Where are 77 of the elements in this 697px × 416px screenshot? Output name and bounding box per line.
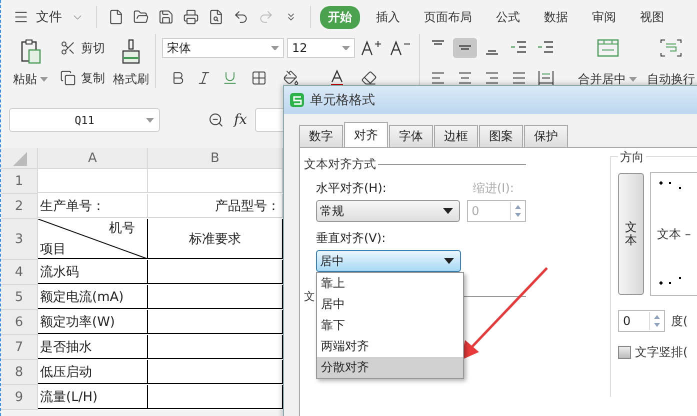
column-header[interactable]: A bbox=[38, 148, 148, 169]
vertical-select[interactable]: 居中 bbox=[316, 250, 461, 272]
table-cell: 流量(L/H) bbox=[38, 385, 148, 409]
caret-icon bbox=[629, 77, 637, 82]
caret-icon bbox=[342, 46, 350, 50]
caret-icon bbox=[271, 46, 279, 50]
table-cell: 流水码 bbox=[38, 260, 148, 284]
ribbon-tab[interactable]: 视图 bbox=[632, 6, 672, 28]
format-painter-label[interactable]: 格式刷 bbox=[113, 71, 149, 88]
file-menu[interactable]: 文件 bbox=[36, 8, 62, 26]
dropdown-option[interactable]: 靠上 bbox=[317, 273, 463, 294]
table-cell: 是否抽水 bbox=[38, 335, 148, 359]
dialog-tab[interactable]: 图案 bbox=[479, 125, 523, 147]
copy-label[interactable]: 复制 bbox=[81, 70, 105, 86]
row-header[interactable]: 6 bbox=[1, 310, 38, 335]
group-heading: 文本对齐方式 bbox=[304, 156, 376, 172]
row-header[interactable]: 8 bbox=[1, 360, 38, 385]
column-header[interactable]: B bbox=[148, 148, 283, 169]
wrap-text-icon[interactable] bbox=[658, 38, 684, 58]
table-cell-text: 机号 bbox=[109, 220, 135, 237]
paste-label[interactable]: 粘贴 bbox=[13, 71, 37, 88]
printer-icon[interactable] bbox=[181, 7, 201, 27]
copy-icon[interactable] bbox=[58, 68, 78, 88]
caret-icon bbox=[40, 77, 48, 82]
row-header[interactable]: 2 bbox=[1, 194, 38, 219]
font-size-select[interactable]: 12 bbox=[287, 38, 355, 58]
name-box[interactable]: Q11 bbox=[9, 108, 160, 132]
group-heading: 文 bbox=[304, 288, 315, 304]
vertical-text-button[interactable]: 文本 bbox=[618, 173, 644, 295]
dropdown-option[interactable]: 居中 bbox=[317, 294, 463, 315]
row-header[interactable]: 7 bbox=[1, 335, 38, 360]
dropdown-option[interactable]: 两端对齐 bbox=[317, 336, 463, 357]
row-header[interactable]: 5 bbox=[1, 285, 38, 310]
field-label: 水平对齐(H): bbox=[316, 180, 388, 197]
cut-label[interactable]: 剪切 bbox=[81, 40, 105, 56]
field-label: 垂直对齐(V): bbox=[316, 230, 387, 247]
caret-icon bbox=[444, 258, 454, 264]
horizontal-select[interactable]: 常规 bbox=[316, 200, 460, 222]
field-label: 缩进(I): bbox=[473, 180, 514, 197]
align-icon[interactable] bbox=[453, 38, 477, 58]
fx-label[interactable]: fx bbox=[234, 112, 248, 128]
spin-arrows-icon[interactable] bbox=[652, 313, 662, 329]
dialog-tab[interactable]: 保护 bbox=[524, 125, 568, 147]
table-cell: 额定功率(W) bbox=[38, 310, 148, 334]
ribbon-tab[interactable]: 页面布局 bbox=[416, 6, 480, 28]
table-cell: 低压启动 bbox=[38, 360, 148, 384]
ribbon-tab[interactable]: 审阅 bbox=[584, 6, 624, 28]
row-header[interactable]: 1 bbox=[1, 169, 38, 194]
degrees-label: 度( bbox=[671, 312, 688, 330]
merge-cells-icon[interactable] bbox=[594, 38, 620, 58]
dialog-tab[interactable]: 对齐 bbox=[344, 122, 388, 147]
checkbox[interactable] bbox=[618, 346, 631, 359]
dialog-tab[interactable]: 边框 bbox=[434, 125, 478, 147]
caret-icon bbox=[442, 208, 453, 214]
row-header[interactable]: 9 bbox=[1, 385, 38, 410]
table-cell-text: 项目 bbox=[40, 241, 66, 258]
ribbon-tab[interactable]: 数据 bbox=[536, 6, 576, 28]
ribbon-tab[interactable]: 公式 bbox=[488, 6, 528, 28]
ribbon-tab[interactable]: 插入 bbox=[368, 6, 408, 28]
checkbox-label: 文字竖排( bbox=[635, 344, 688, 361]
dialog-tab[interactable]: 字体 bbox=[389, 125, 433, 147]
merge-center-label[interactable]: 合并居中 bbox=[578, 71, 626, 88]
font-name-select[interactable]: 宋体 bbox=[162, 38, 284, 58]
dropdown-option[interactable]: 分散对齐 bbox=[317, 357, 463, 378]
orientation-text: 文本 – bbox=[657, 226, 691, 242]
table-cell: 额定电流(mA) bbox=[38, 285, 148, 309]
caret-icon bbox=[146, 118, 154, 123]
table-cell: 生产单号： bbox=[38, 194, 148, 218]
dialog-tab[interactable]: 数字 bbox=[299, 125, 343, 147]
degrees-field[interactable]: 0 bbox=[618, 310, 665, 332]
orientation-dial[interactable]: 文本 – bbox=[650, 172, 697, 296]
dialog-title: 单元格格式 bbox=[310, 92, 375, 109]
app-icon bbox=[290, 93, 304, 107]
dropdown-option[interactable]: 靠下 bbox=[317, 315, 463, 336]
wrap-text-label[interactable]: 自动换行 bbox=[647, 71, 695, 88]
row-header[interactable]: 3 bbox=[1, 219, 38, 260]
row-header[interactable]: 4 bbox=[1, 260, 38, 285]
